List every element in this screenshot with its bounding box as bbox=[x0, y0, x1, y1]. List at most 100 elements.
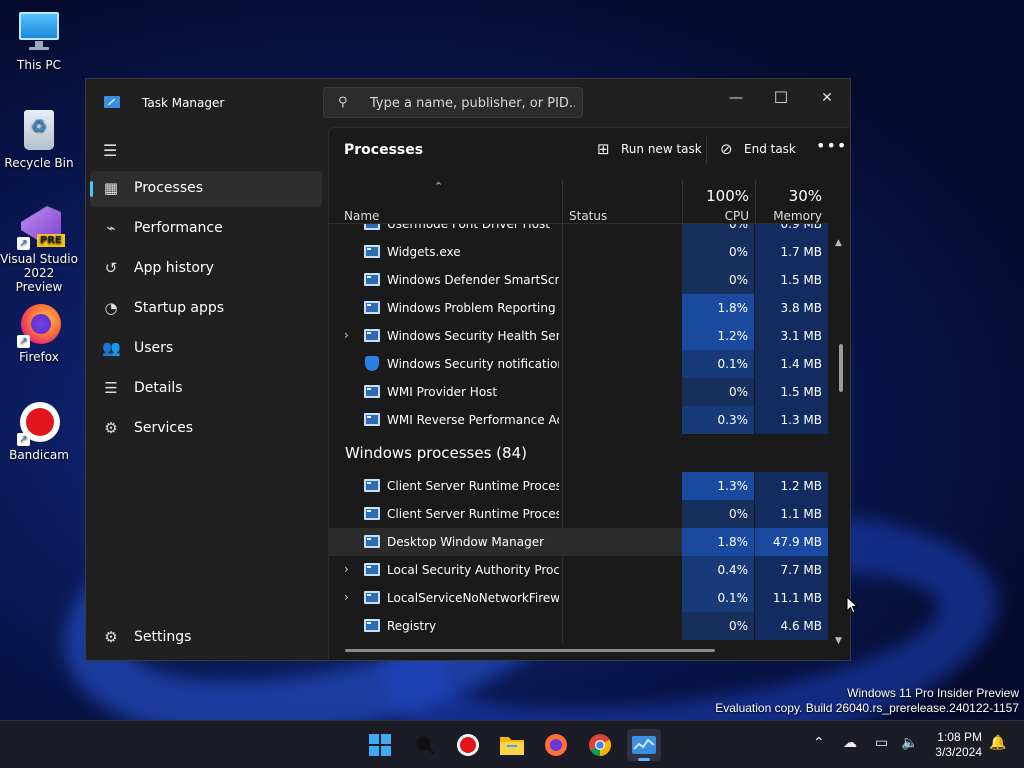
process-window-icon bbox=[364, 329, 380, 342]
process-memory: 1.2 MB bbox=[755, 472, 828, 500]
horizontal-scrollbar[interactable] bbox=[345, 649, 715, 652]
maximize-button[interactable]: ☐ bbox=[758, 83, 804, 113]
desktop-icon-recycle-bin[interactable]: ♻ Recycle Bin bbox=[0, 108, 78, 170]
column-status[interactable]: Status bbox=[569, 209, 607, 223]
process-row[interactable]: WMI Provider Host 0% 1.5 MB bbox=[329, 378, 828, 406]
expand-chevron-icon[interactable]: › bbox=[344, 562, 349, 576]
process-memory: 1.5 MB bbox=[755, 266, 828, 294]
run-new-task-label: Run new task bbox=[621, 142, 702, 156]
process-cpu: 0% bbox=[682, 238, 754, 266]
sidebar-item-services[interactable]: ⚙ Services bbox=[90, 411, 322, 447]
sidebar-item-label: Performance bbox=[134, 220, 223, 236]
sidebar-item-startup-apps[interactable]: ◔ Startup apps bbox=[90, 291, 322, 327]
volume-muted-icon[interactable]: 🔈 bbox=[901, 735, 918, 751]
bandicam-icon: ↗ bbox=[17, 400, 61, 446]
process-row[interactable]: › LocalServiceNoNetworkFirewa... 0.1%11.1 … bbox=[329, 584, 828, 612]
process-row[interactable]: Windows Security notification... 0.1% 1.4 … bbox=[329, 350, 828, 378]
process-cpu: 0% bbox=[682, 612, 754, 640]
vertical-scrollbar[interactable]: ▲ ▼ bbox=[835, 238, 847, 658]
sidebar-item-details[interactable]: ☰ Details bbox=[90, 371, 322, 407]
process-row[interactable]: Desktop Window Manager 1.8% 47.9 MB bbox=[329, 528, 828, 556]
column-name[interactable]: Name bbox=[344, 209, 379, 223]
process-row[interactable]: Client Server Runtime Process 0% 1.1 MB bbox=[329, 500, 828, 528]
process-window-icon bbox=[364, 273, 380, 286]
process-row[interactable]: Windows Defender SmartScreen 0%1.5 MB bbox=[329, 266, 828, 294]
sidebar-item-app-history[interactable]: ↺ App history bbox=[90, 251, 322, 287]
scrollbar-thumb[interactable] bbox=[839, 344, 843, 392]
run-new-task-button[interactable]: ⊞ Run new task bbox=[597, 138, 702, 162]
taskbar: ⌃ ☁ ▭ 🔈 1:08 PM 3/3/2024 🔔 bbox=[0, 720, 1024, 768]
sidebar-item-users[interactable]: 👥 Users bbox=[90, 331, 322, 367]
recycle-bin-icon: ♻ bbox=[17, 108, 61, 152]
cpu-total[interactable]: 100% bbox=[689, 187, 749, 205]
more-options-button[interactable]: ••• bbox=[816, 136, 847, 155]
preview-badge: PRE bbox=[37, 234, 65, 247]
system-clock[interactable]: 1:08 PM 3/3/2024 bbox=[926, 730, 982, 760]
process-row[interactable]: Client Server Runtime Process 1.3% 1.2 MB bbox=[329, 472, 828, 500]
security-shield-icon bbox=[364, 356, 380, 371]
chrome-taskbar[interactable] bbox=[583, 729, 617, 761]
sidebar-item-processes[interactable]: ▦ Processes bbox=[90, 171, 322, 207]
process-memory: 0.9 MB bbox=[755, 224, 828, 238]
desktop-icon-label: This PC bbox=[17, 58, 61, 72]
task-manager-taskbar[interactable] bbox=[627, 729, 661, 761]
title-bar[interactable]: Task Manager ⚲ — ☐ ✕ bbox=[86, 79, 850, 127]
scroll-up-arrow-icon[interactable]: ▲ bbox=[835, 238, 842, 248]
column-memory[interactable]: Memory bbox=[759, 209, 822, 223]
process-row[interactable]: Windows Problem Reporting 1.8% 3.8 MB bbox=[329, 294, 828, 322]
process-cpu: 0.4% bbox=[682, 556, 754, 584]
process-name: Windows Security Health Servi... bbox=[387, 329, 559, 343]
search-button[interactable] bbox=[408, 729, 442, 761]
desktop-icon-bandicam[interactable]: ↗ Bandicam bbox=[0, 400, 78, 462]
desktop-icon-this-pc[interactable]: This PC bbox=[0, 10, 78, 72]
onedrive-offline-icon[interactable]: ☁ bbox=[843, 735, 857, 751]
process-row[interactable]: › Local Security Authority Proce... 0.4%7.… bbox=[329, 556, 828, 584]
process-memory: 3.1 MB bbox=[755, 322, 828, 350]
search-input[interactable] bbox=[370, 93, 575, 113]
network-icon[interactable]: ▭ bbox=[875, 735, 888, 751]
expand-chevron-icon[interactable]: › bbox=[344, 590, 349, 604]
sidebar-item-label: App history bbox=[134, 260, 214, 276]
gear-icon: ⚙ bbox=[104, 628, 118, 646]
column-cpu[interactable]: CPU bbox=[689, 209, 749, 223]
process-cpu: 0% bbox=[682, 378, 754, 406]
file-explorer-taskbar[interactable] bbox=[495, 729, 529, 761]
process-name: Client Server Runtime Process bbox=[387, 479, 559, 493]
end-task-button[interactable]: ⊘ End task bbox=[720, 138, 800, 162]
minimize-button[interactable]: — bbox=[713, 83, 759, 113]
process-cpu: 0% bbox=[682, 500, 754, 528]
search-box[interactable]: ⚲ bbox=[323, 87, 583, 118]
window-title: Task Manager bbox=[142, 96, 225, 110]
process-window-icon bbox=[364, 413, 380, 426]
process-row[interactable]: WMI Reverse Performance Ad... 0.3% 1.3 MB bbox=[329, 406, 828, 434]
process-memory: 4.6 MB bbox=[755, 612, 828, 640]
firefox-taskbar[interactable] bbox=[539, 729, 573, 761]
start-button[interactable] bbox=[363, 729, 397, 761]
sidebar-item-performance[interactable]: ⌁ Performance bbox=[90, 211, 322, 247]
process-name: Desktop Window Manager bbox=[387, 535, 545, 549]
close-button[interactable]: ✕ bbox=[804, 83, 850, 113]
sidebar-item-settings[interactable]: ⚙ Settings bbox=[90, 620, 322, 656]
process-row[interactable]: Widgets.exe 0% 1.7 MB bbox=[329, 238, 828, 266]
process-window-icon bbox=[364, 619, 380, 632]
task-manager-icon bbox=[632, 736, 656, 754]
expand-chevron-icon[interactable]: › bbox=[344, 328, 349, 342]
process-window-icon bbox=[364, 245, 380, 258]
desktop-icon-firefox[interactable]: ↗ Firefox bbox=[0, 302, 78, 364]
memory-total[interactable]: 30% bbox=[759, 187, 822, 205]
details-icon: ☰ bbox=[104, 379, 118, 397]
notification-bell-icon[interactable]: 🔔 bbox=[989, 735, 1006, 751]
sidebar-item-label: Startup apps bbox=[134, 300, 225, 316]
desktop-icon-visual-studio[interactable]: PRE ↗ Visual Studio 2022 Preview bbox=[0, 204, 78, 294]
process-row[interactable]: Usermode Font Driver Host 0% 0.9 MB bbox=[329, 224, 828, 238]
hamburger-menu-icon[interactable]: ☰ bbox=[103, 141, 117, 160]
process-row[interactable]: › Windows Security Health Servi... 1.2%3.1… bbox=[329, 322, 828, 350]
scroll-down-arrow-icon[interactable]: ▼ bbox=[835, 636, 842, 646]
process-row[interactable]: Registry 0% 4.6 MB bbox=[329, 612, 828, 640]
app-history-icon: ↺ bbox=[104, 259, 118, 277]
show-hidden-icons-chevron-icon[interactable]: ⌃ bbox=[813, 735, 825, 751]
bandicam-taskbar[interactable] bbox=[451, 729, 485, 761]
process-name: WMI Provider Host bbox=[387, 385, 498, 399]
run-task-icon: ⊞ bbox=[597, 140, 610, 158]
page-title: Processes bbox=[344, 142, 424, 158]
